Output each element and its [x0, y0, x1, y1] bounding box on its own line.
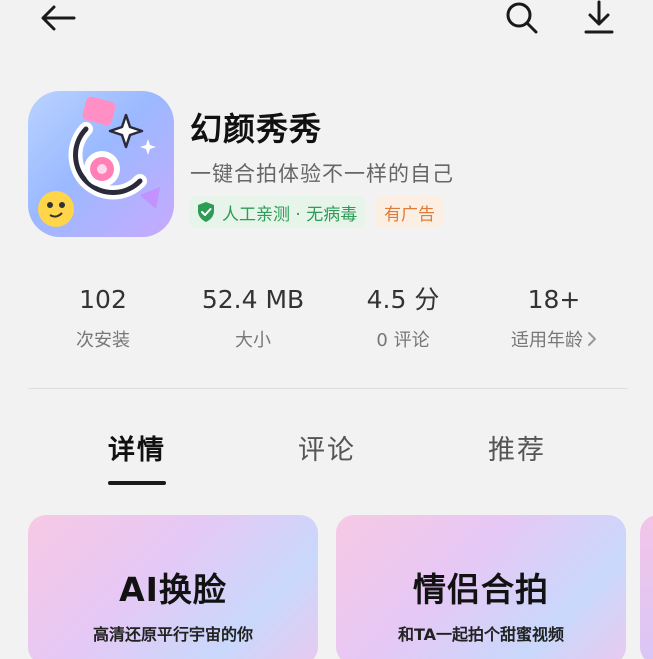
chevron-right-icon — [588, 332, 596, 346]
stat-installs: 102 次安装 — [48, 284, 158, 352]
feature-card-subtitle: 高清还原平行宇宙的你 — [92, 625, 253, 644]
arrow-left-icon — [41, 5, 76, 31]
stat-size-value: 52.4 MB — [201, 285, 305, 314]
feature-card[interactable]: 情侣合拍 和TA一起拍个甜蜜视频 — [336, 515, 626, 659]
stat-installs-label: 次安装 — [76, 330, 130, 351]
stat-size: 52.4 MB 大小 — [188, 284, 318, 352]
search-button[interactable] — [500, 0, 544, 36]
stat-age[interactable]: 18+ 适用年龄 — [494, 284, 614, 352]
app-icon — [28, 91, 174, 237]
safety-badge[interactable]: 人工亲测 · 无病毒 — [190, 196, 366, 228]
feature-card[interactable]: AI换脸 高清还原平行宇宙的你 — [28, 515, 318, 659]
back-button[interactable] — [36, 0, 80, 36]
top-bar — [0, 0, 653, 40]
feature-card-title: AI换脸 — [119, 570, 227, 609]
stat-age-value: 18+ — [527, 285, 581, 314]
stat-size-label: 大小 — [235, 330, 271, 351]
tab-details[interactable]: 详情 — [108, 428, 166, 467]
tab-recommended[interactable]: 推荐 — [488, 428, 546, 467]
app-logo-icon — [38, 96, 160, 227]
download-button[interactable] — [577, 0, 621, 36]
ad-badge-label: 有广告 — [384, 204, 435, 225]
divider — [28, 388, 628, 389]
download-icon — [584, 0, 614, 34]
stat-rating-label: 0 评论 — [376, 330, 430, 351]
shield-check-icon — [198, 202, 214, 222]
stat-rating[interactable]: 4.5 分 0 评论 — [346, 284, 460, 352]
search-icon — [506, 2, 538, 34]
ad-badge[interactable]: 有广告 — [376, 196, 443, 228]
stat-rating-value: 4.5 分 — [366, 285, 440, 314]
tab-reviews[interactable]: 评论 — [298, 428, 356, 467]
feature-card-subtitle: 和TA一起拍个甜蜜视频 — [397, 625, 565, 644]
safety-badge-label: 人工亲测 · 无病毒 — [222, 204, 358, 225]
stat-installs-value: 102 — [79, 285, 127, 314]
app-title: 幻颜秀秀 — [190, 110, 323, 148]
feature-card-peek[interactable] — [640, 515, 653, 659]
app-slogan: 一键合拍体验不一样的自己 — [190, 162, 454, 186]
tab-active-indicator — [108, 481, 166, 485]
feature-card-title: 情侣合拍 — [413, 570, 549, 609]
app-detail-page: 幻颜秀秀 一键合拍体验不一样的自己 人工亲测 · 无病毒 有广告 102 次安装… — [0, 0, 653, 659]
stat-age-label: 适用年龄 — [511, 330, 583, 351]
